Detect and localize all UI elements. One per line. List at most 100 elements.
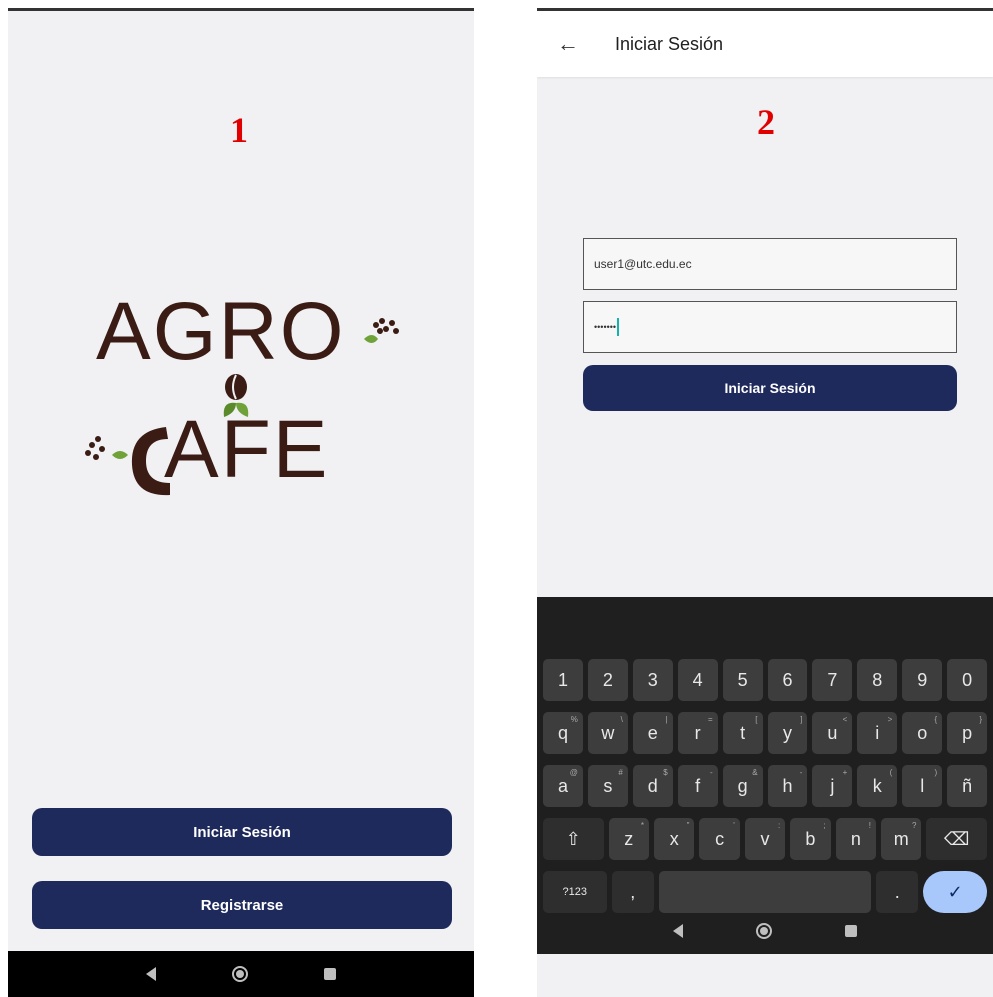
nav-back-icon[interactable] <box>673 924 684 938</box>
key-f[interactable]: f- <box>677 765 718 807</box>
nav-back-icon[interactable] <box>146 967 156 981</box>
key-label: o <box>917 722 928 743</box>
key-5[interactable]: 5 <box>722 659 763 701</box>
key-hint: ' <box>733 821 735 830</box>
comma-key[interactable]: , <box>611 871 654 913</box>
key-hint: > <box>887 715 893 724</box>
key-hint: \ <box>620 715 623 724</box>
key-label: h <box>782 775 793 796</box>
key-hint: ? <box>911 821 917 830</box>
space-key[interactable] <box>659 871 871 913</box>
key-label: x <box>669 828 679 849</box>
email-field[interactable]: user1@utc.edu.ec <box>583 238 957 290</box>
text-caret <box>617 318 620 336</box>
page-title: Iniciar Sesión <box>615 33 724 54</box>
key-o[interactable]: o{ <box>902 712 943 754</box>
key-z[interactable]: z * <box>608 818 649 860</box>
key-w[interactable]: w \ <box>587 712 628 754</box>
screen-number: 1 <box>230 110 248 150</box>
shift-key[interactable]: ⇧ <box>543 818 604 860</box>
key-u[interactable]: u < <box>812 712 853 754</box>
key-label: f <box>695 775 701 796</box>
password-value: ••••••• <box>594 322 617 332</box>
password-field[interactable]: ••••••• <box>583 301 957 353</box>
shift-icon: ⇧ <box>565 828 581 849</box>
key-label: 6 <box>782 669 793 690</box>
key-label: u <box>827 722 838 743</box>
nav-recents-icon[interactable] <box>324 968 336 980</box>
key-8[interactable]: 8 <box>857 659 898 701</box>
system-nav-bar <box>8 951 474 997</box>
back-arrow-icon[interactable]: ← <box>557 31 587 57</box>
key-hint: < <box>842 715 848 724</box>
key-hint: | <box>665 715 668 724</box>
login-screen: ← Iniciar Sesión 2 user1@utc.edu.ec ••••… <box>537 8 993 997</box>
key-hint: ! <box>868 821 872 830</box>
key-n[interactable]: n! <box>835 818 877 860</box>
key-label: y <box>782 722 792 743</box>
login-submit-button[interactable]: Iniciar Sesión <box>583 365 957 411</box>
key-hint: $ <box>663 768 668 777</box>
key-t[interactable]: t[ <box>722 712 763 754</box>
key-e[interactable]: e | <box>632 712 673 754</box>
key-hint: - <box>799 768 803 777</box>
key-hint: } <box>979 715 983 724</box>
key-a[interactable]: a @ <box>543 765 583 807</box>
key-label: m <box>893 828 909 849</box>
key-label: 5 <box>737 669 748 690</box>
key-m[interactable]: m? <box>881 818 922 860</box>
system-nav-bar <box>537 908 993 954</box>
check-icon: ✓ <box>947 881 963 902</box>
key-c[interactable]: c ' <box>699 818 740 860</box>
key-r[interactable]: r = <box>677 712 718 754</box>
key-label: 2 <box>602 669 613 690</box>
key-y[interactable]: y] <box>767 712 808 754</box>
period-key[interactable]: . <box>876 871 919 913</box>
backspace-icon: ⌫ <box>944 828 970 849</box>
key-v[interactable]: v: <box>744 818 786 860</box>
key-l[interactable]: l) <box>902 765 943 807</box>
key-p[interactable]: p} <box>947 712 988 754</box>
key-label: l <box>920 775 925 796</box>
key-i[interactable]: i > <box>857 712 898 754</box>
login-button[interactable]: Iniciar Sesión <box>32 808 452 856</box>
key-label: 0 <box>962 669 973 690</box>
register-button[interactable]: Registrarse <box>32 881 452 929</box>
enter-key[interactable]: ✓ <box>923 871 987 913</box>
key-2[interactable]: 2 <box>587 659 628 701</box>
key-1[interactable]: 1 <box>543 659 583 701</box>
key-label: q <box>557 722 568 743</box>
backspace-key[interactable]: ⌫ <box>926 818 988 860</box>
key-label: n <box>850 828 861 849</box>
key-k[interactable]: k( <box>857 765 898 807</box>
key-3[interactable]: 3 <box>632 659 673 701</box>
nav-home-icon[interactable] <box>755 923 772 939</box>
key-label: 7 <box>827 669 838 690</box>
key-h[interactable]: h- <box>767 765 808 807</box>
key-s[interactable]: s # <box>587 765 628 807</box>
key-ñ[interactable]: ñ <box>947 765 988 807</box>
key-label: v <box>760 828 770 849</box>
key-b[interactable]: b; <box>790 818 831 860</box>
key-7[interactable]: 7 <box>812 659 853 701</box>
key-4[interactable]: 4 <box>677 659 718 701</box>
key-label: t <box>740 722 746 743</box>
key-hint: ( <box>889 768 893 777</box>
key-j[interactable]: j + <box>812 765 853 807</box>
key-6[interactable]: 6 <box>767 659 808 701</box>
key-9[interactable]: 9 <box>902 659 943 701</box>
key-hint: : <box>777 821 781 830</box>
key-g[interactable]: g & <box>722 765 763 807</box>
app-bar: ← Iniciar Sesión <box>537 11 993 77</box>
key-x[interactable]: x " <box>654 818 695 860</box>
symbols-key[interactable]: ?123 <box>543 871 607 913</box>
nav-recents-icon[interactable] <box>844 925 857 937</box>
logo-text-agro: AGRO <box>96 286 346 377</box>
nav-home-icon[interactable] <box>232 966 248 982</box>
welcome-screen: 1 AGRO AFE Iniciar Sesión Registrarse <box>8 8 474 997</box>
key-d[interactable]: d $ <box>632 765 673 807</box>
key-label: b <box>805 828 816 849</box>
agrocafe-logo: AGRO AFE <box>85 281 406 521</box>
key-0[interactable]: 0 <box>947 659 988 701</box>
key-q[interactable]: q% <box>543 712 583 754</box>
